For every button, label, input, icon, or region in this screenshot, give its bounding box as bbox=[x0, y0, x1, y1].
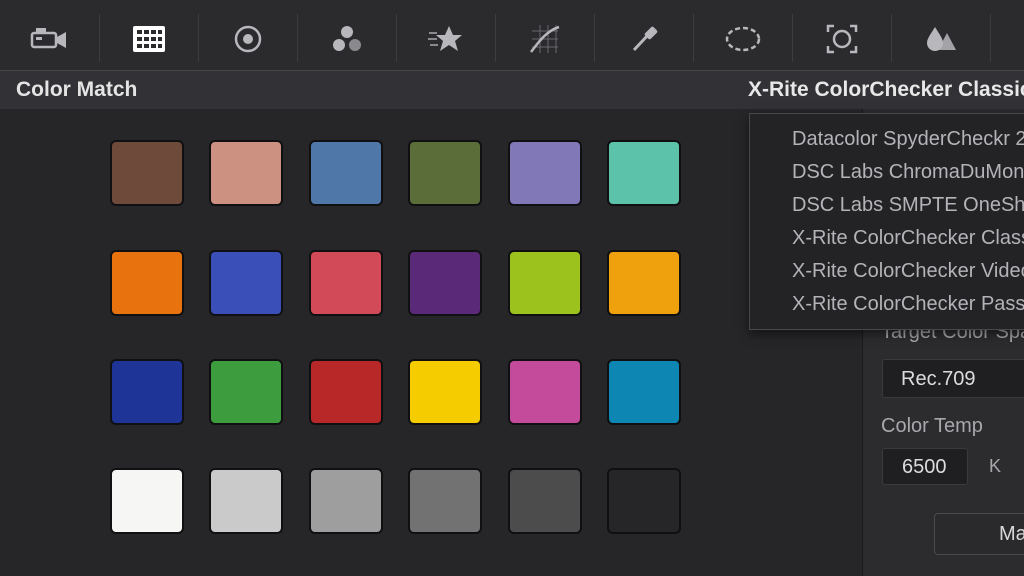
color-swatch[interactable] bbox=[309, 250, 383, 316]
panel-header: Color Match X-Rite ColorChecker Classic bbox=[0, 70, 1024, 110]
color-swatch[interactable] bbox=[508, 468, 582, 534]
blur-icon[interactable] bbox=[891, 8, 990, 70]
color-swatch[interactable] bbox=[309, 359, 383, 425]
match-button[interactable]: Match bbox=[934, 513, 1024, 555]
color-swatch[interactable] bbox=[209, 359, 283, 425]
rgb-mixer-icon[interactable] bbox=[297, 8, 396, 70]
color-swatch[interactable] bbox=[408, 468, 482, 534]
color-swatch[interactable] bbox=[110, 250, 184, 316]
color-swatch[interactable] bbox=[607, 468, 681, 534]
color-swatch[interactable] bbox=[408, 140, 482, 206]
color-swatch[interactable] bbox=[309, 140, 383, 206]
palette-toolbar bbox=[0, 0, 1024, 71]
color-swatch[interactable] bbox=[110, 140, 184, 206]
dropdown-option[interactable]: DSC Labs SMPTE OneShot bbox=[792, 194, 1024, 217]
color-swatch[interactable] bbox=[110, 359, 184, 425]
color-swatch[interactable] bbox=[209, 140, 283, 206]
color-match-grid-icon[interactable] bbox=[99, 8, 198, 70]
color-swatch[interactable] bbox=[408, 250, 482, 316]
chart-type-dropdown-menu: Datacolor SpyderCheckr 24 DSC Labs Chrom… bbox=[749, 113, 1024, 330]
color-swatch[interactable] bbox=[508, 250, 582, 316]
qualifier-eyedropper-icon[interactable] bbox=[594, 8, 693, 70]
color-swatch[interactable] bbox=[607, 359, 681, 425]
color-wheels-icon[interactable] bbox=[198, 8, 297, 70]
color-temp-label: Color Temp bbox=[881, 415, 983, 437]
color-chart-swatches bbox=[0, 109, 862, 576]
tracker-icon[interactable] bbox=[792, 8, 891, 70]
color-swatch[interactable] bbox=[508, 359, 582, 425]
color-temp-unit: K bbox=[989, 456, 1002, 476]
color-swatch[interactable] bbox=[110, 468, 184, 534]
color-swatch[interactable] bbox=[209, 468, 283, 534]
color-swatch[interactable] bbox=[508, 140, 582, 206]
dropdown-option[interactable]: Datacolor SpyderCheckr 24 bbox=[792, 128, 1024, 151]
color-temp-input[interactable]: 6500 bbox=[882, 448, 968, 485]
dropdown-option[interactable]: X-Rite ColorChecker Passport bbox=[792, 293, 1024, 316]
target-color-space-select[interactable]: Rec.709 bbox=[882, 359, 1024, 398]
dropdown-option[interactable]: X-Rite ColorChecker Video bbox=[792, 260, 1024, 283]
dropdown-option[interactable]: DSC Labs ChromaDuMonde bbox=[792, 161, 1024, 184]
color-swatch[interactable] bbox=[408, 359, 482, 425]
color-match-panel: Color Match X-Rite ColorChecker Classic … bbox=[0, 0, 1024, 576]
color-swatch[interactable] bbox=[607, 250, 681, 316]
color-swatch[interactable] bbox=[607, 140, 681, 206]
color-swatch[interactable] bbox=[309, 468, 383, 534]
camera-raw-icon[interactable] bbox=[0, 8, 99, 70]
dropdown-option[interactable]: X-Rite ColorChecker Classic bbox=[792, 227, 1024, 250]
curves-icon[interactable] bbox=[495, 8, 594, 70]
power-window-icon[interactable] bbox=[693, 8, 792, 70]
color-swatch[interactable] bbox=[209, 250, 283, 316]
toolbar-divider bbox=[990, 14, 991, 62]
motion-effects-icon[interactable] bbox=[396, 8, 495, 70]
panel-title: Color Match bbox=[16, 78, 138, 101]
source-chart-dropdown[interactable]: X-Rite ColorChecker Classic bbox=[748, 78, 1024, 102]
